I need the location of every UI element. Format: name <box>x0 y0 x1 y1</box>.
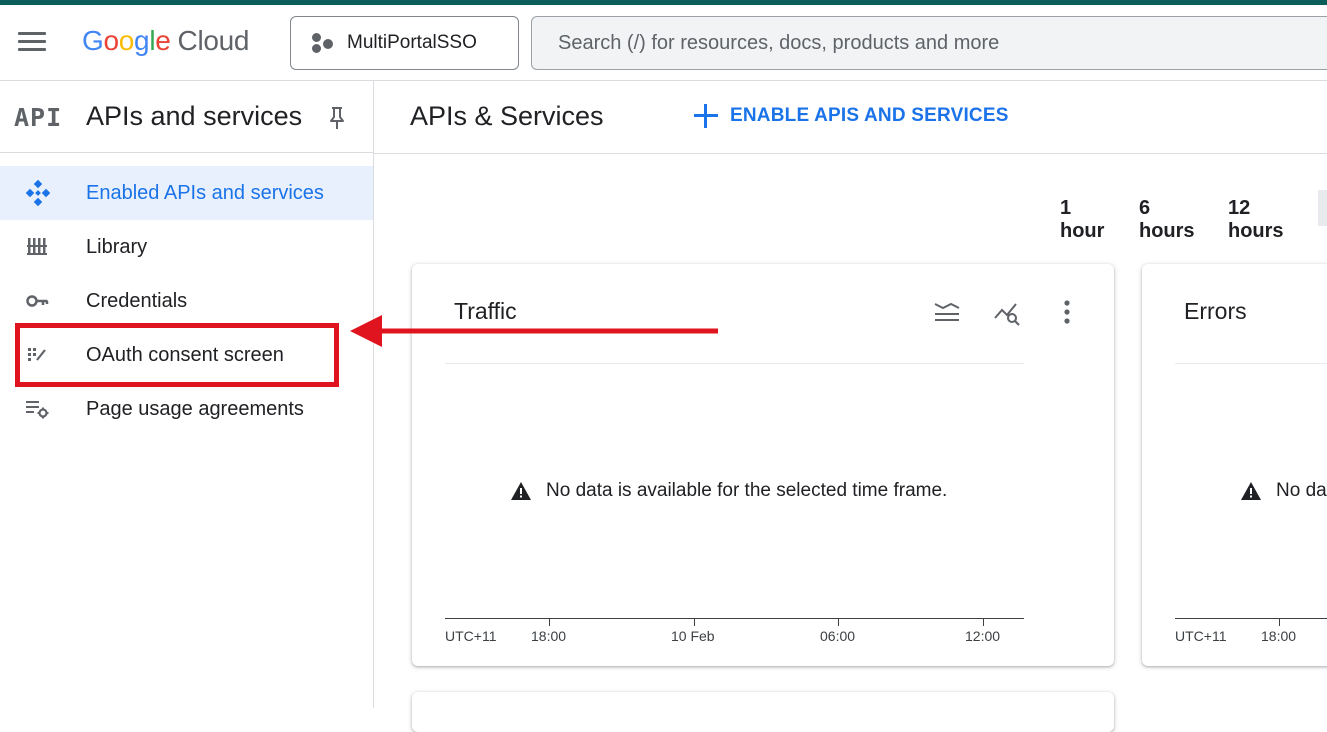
errors-card-title: Errors <box>1184 298 1247 324</box>
page-title: APIs & Services <box>410 101 604 131</box>
sidebar-item-label: Library <box>86 235 148 258</box>
main-header: APIs & Services ENABLE APIS AND SERVICES <box>374 81 1327 154</box>
axis-tick-label: 10 Feb <box>671 628 715 644</box>
project-icon <box>311 32 333 54</box>
axis-tick <box>1279 618 1280 626</box>
x-axis <box>1175 618 1327 619</box>
sidebar-header: API APIs and services <box>0 81 373 153</box>
sidebar-item-enabled-apis[interactable]: Enabled APIs and services <box>0 166 373 220</box>
axis-tick-label: UTC+11 <box>445 628 497 644</box>
time-range-12h[interactable]: 12 hours <box>1228 197 1303 243</box>
enable-apis-label: ENABLE APIS AND SERVICES <box>730 105 1009 126</box>
key-icon <box>26 295 49 307</box>
explore-chart-icon[interactable] <box>992 298 1022 328</box>
sidebar-item-credentials[interactable]: Credentials <box>0 274 373 328</box>
axis-tick <box>838 618 839 626</box>
enable-apis-button[interactable]: ENABLE APIS AND SERVICES <box>694 104 1009 128</box>
time-range-1h[interactable]: 1 hour <box>1060 197 1115 243</box>
project-selector[interactable]: MultiPortalSSO <box>290 16 519 70</box>
axis-tick-label: 12:00 <box>965 628 1001 644</box>
axis-tick <box>983 618 984 626</box>
annotation-highlight-box <box>15 323 339 387</box>
search-input[interactable]: Search (/) for resources, docs, products… <box>531 16 1327 70</box>
search-placeholder: Search (/) for resources, docs, products… <box>558 31 1000 54</box>
axis-tick-label: 18:00 <box>1261 628 1297 644</box>
more-options-icon[interactable] <box>1052 298 1082 328</box>
warning-icon <box>511 482 531 500</box>
next-card <box>412 692 1114 732</box>
no-data-message: No da <box>1240 480 1327 502</box>
no-data-message: No data is available for the selected ti… <box>510 480 947 502</box>
warning-icon <box>1241 482 1261 500</box>
time-range-selector: 1 hour 6 hours 12 hours <box>1060 197 1327 243</box>
time-range-next-option[interactable] <box>1318 190 1327 226</box>
google-cloud-logo[interactable]: Google Cloud <box>82 25 250 57</box>
axis-tick-label: UTC+11 <box>1175 628 1227 644</box>
axis-tick-label: 06:00 <box>820 628 856 644</box>
list-settings-icon <box>26 401 49 419</box>
pin-icon[interactable] <box>325 105 349 131</box>
card-divider <box>445 363 1024 364</box>
plus-icon <box>694 104 718 128</box>
sidebar-title: APIs and services <box>86 101 303 131</box>
no-data-text: No da <box>1276 480 1327 501</box>
legend-toggle-icon[interactable] <box>932 298 962 328</box>
api-badge-icon: API <box>14 103 63 132</box>
axis-tick-label: 18:00 <box>531 628 567 644</box>
card-divider <box>1175 363 1327 364</box>
sidebar-item-label: Credentials <box>86 289 188 312</box>
library-icon <box>27 238 47 255</box>
main-menu-icon[interactable] <box>18 32 46 52</box>
sidebar-nav: Enabled APIs and services Library Creden… <box>0 166 373 436</box>
sidebar-item-page-usage[interactable]: Page usage agreements <box>0 382 373 436</box>
sidebar: API APIs and services Enabled APIs and s… <box>0 81 374 708</box>
axis-tick <box>694 618 695 626</box>
time-range-6h[interactable]: 6 hours <box>1139 197 1204 243</box>
annotation-arrow <box>350 315 718 347</box>
sidebar-item-label: Page usage agreements <box>86 397 304 420</box>
errors-card: Errors No da UTC+11 18:00 <box>1142 264 1327 666</box>
top-bar: Google Cloud MultiPortalSSO Search (/) fo… <box>0 5 1327 81</box>
sidebar-item-library[interactable]: Library <box>0 220 373 274</box>
x-axis <box>445 618 1024 619</box>
no-data-text: No data is available for the selected ti… <box>546 480 948 501</box>
project-name: MultiPortalSSO <box>347 32 477 53</box>
sidebar-item-label: Enabled APIs and services <box>86 181 324 204</box>
diamond-grid-icon <box>25 180 51 206</box>
axis-tick <box>549 618 550 626</box>
